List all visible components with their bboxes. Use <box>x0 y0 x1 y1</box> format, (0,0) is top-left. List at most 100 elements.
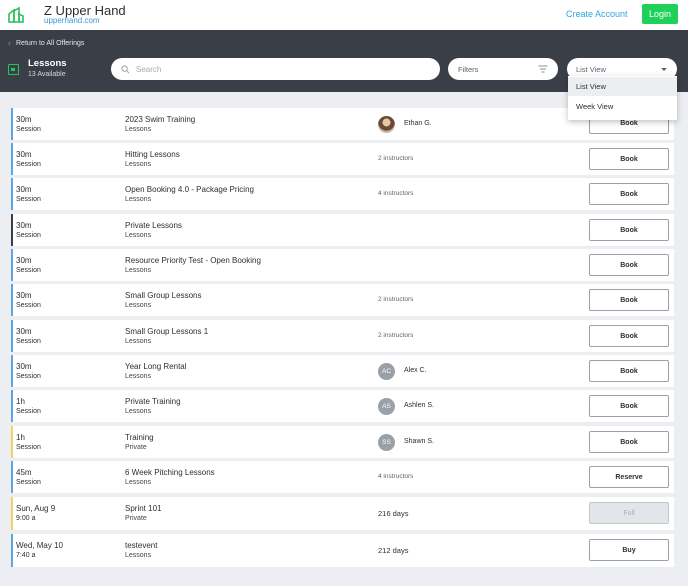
available-count: 13 Available <box>28 71 66 78</box>
search-input[interactable] <box>136 64 416 74</box>
row-color-bar <box>11 178 13 210</box>
book-button[interactable]: Book <box>589 431 669 453</box>
upper-hand-logo-icon[interactable] <box>7 6 25 24</box>
offering-title: Resource Priority Test - Open Booking <box>125 256 261 265</box>
offering-title: Private Lessons <box>125 221 182 230</box>
event-date: Sun, Aug 9 <box>16 504 56 513</box>
book-button[interactable]: Book <box>589 219 669 241</box>
book-button[interactable]: Book <box>589 395 669 417</box>
offering-row: 30m Session Small Group Lessons Lessons … <box>11 284 674 316</box>
offering-kind: Session <box>16 232 41 239</box>
book-button[interactable]: Book <box>589 148 669 170</box>
offering-kind: Session <box>16 338 41 345</box>
row-color-bar <box>11 320 13 352</box>
create-account-link[interactable]: Create Account <box>566 9 628 19</box>
instructor-count: 2 instructors <box>378 296 414 303</box>
filter-icon <box>538 65 548 73</box>
brand-url-link[interactable]: upperhand.com <box>44 16 100 25</box>
instructor-name: Alex C. <box>404 367 427 374</box>
return-link-label: Return to All Offerings <box>16 40 85 47</box>
offering-row: Wed, May 10 7:40 a testevent Lessons 212… <box>11 534 674 567</box>
row-color-bar <box>11 143 13 175</box>
instructor-name: Ethan G. <box>404 120 432 127</box>
row-color-bar <box>11 426 13 458</box>
book-button[interactable]: Book <box>589 360 669 382</box>
offering-kind: Session <box>16 267 41 274</box>
duration: 45m <box>16 468 32 477</box>
offering-title: Small Group Lessons <box>125 291 202 300</box>
offering-type: Lessons <box>125 267 152 274</box>
offering-row: 1h Session Training Private SS Shawn S. … <box>11 426 674 458</box>
offering-title: Private Training <box>125 397 181 406</box>
full-button: Full <box>589 502 669 524</box>
offering-kind: Session <box>16 444 41 451</box>
book-button[interactable]: Book <box>589 325 669 347</box>
offering-type: Lessons <box>125 338 152 345</box>
row-color-bar <box>11 355 13 387</box>
offering-row: 1h Session Private Training Lessons AS A… <box>11 390 674 422</box>
filters-label: Filters <box>458 64 479 74</box>
search-icon <box>121 64 130 73</box>
reserve-button[interactable]: Reserve <box>589 466 669 488</box>
offering-kind: Session <box>16 408 41 415</box>
view-option-list[interactable]: List View <box>568 77 677 96</box>
row-color-bar <box>11 534 13 567</box>
book-button[interactable]: Book <box>589 289 669 311</box>
offering-title: Open Booking 4.0 - Package Pricing <box>125 185 254 194</box>
view-dropdown-menu: List View Week View <box>568 76 677 120</box>
offering-kind: Session <box>16 161 41 168</box>
duration: 30m <box>16 115 32 124</box>
chevron-left-icon: ‹ <box>8 38 11 48</box>
offering-title: Hitting Lessons <box>125 150 180 159</box>
offering-kind: Session <box>16 373 41 380</box>
top-bar: Z Upper Hand upperhand.com Create Accoun… <box>0 0 688 30</box>
offering-title: testevent <box>125 541 158 550</box>
instructor-count: 4 instructors <box>378 473 414 480</box>
offering-type: Lessons <box>125 373 152 380</box>
row-color-bar <box>11 214 13 246</box>
avatar: SS <box>378 434 395 451</box>
duration: 1h <box>16 397 25 406</box>
row-color-bar <box>11 284 13 316</box>
book-button[interactable]: Book <box>589 183 669 205</box>
row-color-bar <box>11 461 13 493</box>
event-time: 7:40 a <box>16 552 36 559</box>
instructor-name: Shawn S. <box>404 438 434 445</box>
offering-title: Training <box>125 433 154 442</box>
instructor-name: Ashlen S. <box>404 402 434 409</box>
row-color-bar <box>11 249 13 281</box>
duration: 1h <box>16 433 25 442</box>
search-box[interactable] <box>111 58 440 80</box>
offering-type: Lessons <box>125 408 152 415</box>
offering-kind: Session <box>16 479 41 486</box>
row-color-bar <box>11 108 13 140</box>
offering-title: Year Long Rental <box>125 362 187 371</box>
event-time: 9:00 a <box>16 515 36 522</box>
filters-button[interactable]: Filters <box>448 58 558 80</box>
offering-type: Lessons <box>125 479 152 486</box>
login-button[interactable]: Login <box>642 4 678 24</box>
offering-row: 30m Session Open Booking 4.0 - Package P… <box>11 178 674 210</box>
instructor-count: 2 instructors <box>378 155 414 162</box>
duration: 30m <box>16 327 32 336</box>
offering-type: Lessons <box>125 302 152 309</box>
buy-button[interactable]: Buy <box>589 539 669 561</box>
caret-down-icon <box>661 67 667 71</box>
offering-row: Sun, Aug 9 9:00 a Sprint 101 Private 216… <box>11 497 674 530</box>
book-button[interactable]: Book <box>589 254 669 276</box>
view-option-week[interactable]: Week View <box>568 97 677 116</box>
offering-kind: Session <box>16 126 41 133</box>
offering-row: 30m Session Year Long Rental Lessons AC … <box>11 355 674 387</box>
avatar: AC <box>378 363 395 380</box>
avatar <box>378 116 395 133</box>
offering-kind: Session <box>16 302 41 309</box>
instructor-count: 4 instructors <box>378 190 414 197</box>
offering-row: 45m Session 6 Week Pitching Lessons Less… <box>11 461 674 493</box>
offering-row: 30m Session Hitting Lessons Lessons 2 in… <box>11 143 674 175</box>
return-to-offerings-link[interactable]: ‹ Return to All Offerings <box>8 38 85 48</box>
offering-type: Lessons <box>125 161 152 168</box>
offering-row: 30m Session Small Group Lessons 1 Lesson… <box>11 320 674 352</box>
offering-row: 30m Session Private Lessons Lessons Book <box>11 214 674 246</box>
avatar: AS <box>378 398 395 415</box>
duration: 30m <box>16 221 32 230</box>
